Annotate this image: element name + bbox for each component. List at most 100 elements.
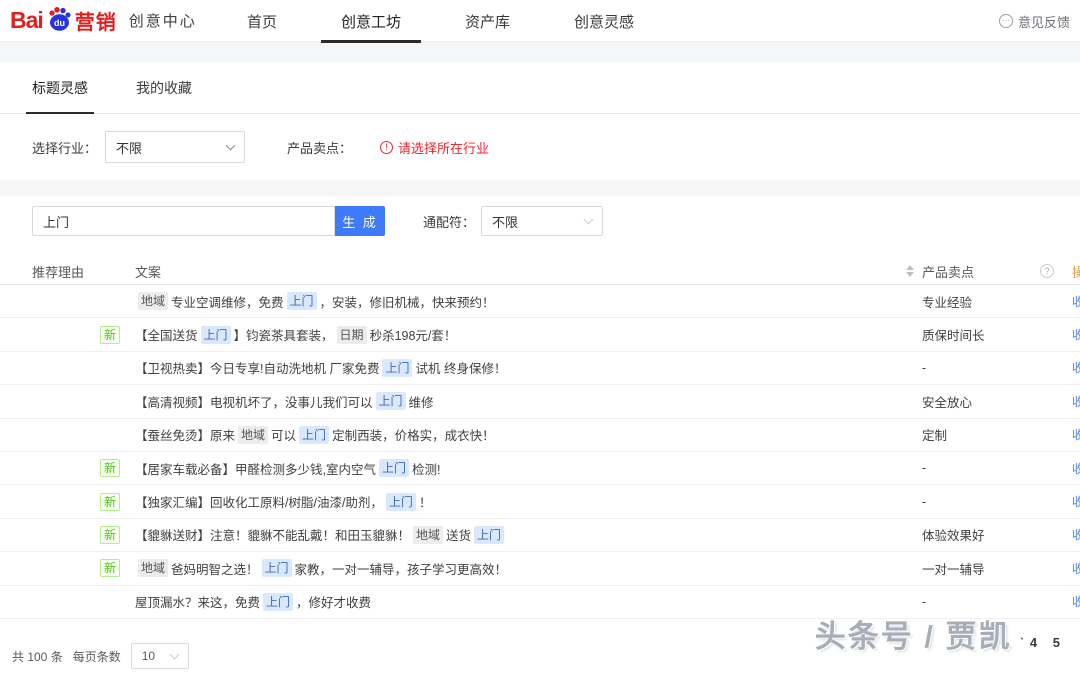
wildcard-tag: 日期 (337, 326, 367, 344)
table-row: 【蚕丝免烫】原来 地域 可以 上门 定制西装，价格实，成衣快！定制收藏 (0, 419, 1080, 452)
results-table: 推荐理由 文案 产品卖点 ? 操作 地域 专业空调维修，免费 上门 ，安装，修旧… (0, 258, 1080, 619)
wildcard-label: 通配符： (423, 212, 475, 231)
page-size-label: 每页条数 (73, 648, 121, 665)
logo-product-name: 创意中心 (129, 10, 197, 31)
clipped-action-link[interactable]: 收藏 (1072, 295, 1080, 309)
page-size-select[interactable]: 10 (131, 643, 189, 669)
selling-point-cell: 一对一辅导 (922, 559, 1072, 578)
warning-icon: ! (380, 141, 393, 154)
feedback-button[interactable]: ⋯ 意见反馈 (999, 0, 1070, 42)
section-divider (0, 42, 1080, 62)
selling-point-cell: 安全放心 (922, 392, 1072, 411)
clipped-action-link[interactable]: 收藏 (1072, 562, 1080, 576)
copy-cell: 【卫视热卖】今日专享!自动洗地机 厂家免费 上门 试机 终身保修！ (135, 358, 922, 377)
table-row: 新【独家汇编】回收化工原料/树脂/油漆/助剂， 上门 ！-收藏 (0, 485, 1080, 518)
total-count: 共 100 条 (12, 648, 63, 665)
nav-item-0[interactable]: 首页 (215, 0, 309, 42)
copy-cell: 【高清视频】电视机坏了，没事儿我们可以 上门 维修 (135, 392, 922, 411)
feedback-icon: ⋯ (999, 14, 1013, 28)
reason-cell: 新 (0, 459, 135, 477)
clipped-action-link[interactable]: 收藏 (1072, 595, 1080, 609)
industry-warning: ! 请选择所在行业 (380, 138, 489, 157)
clipped-action-link[interactable]: 收藏 (1072, 462, 1080, 476)
column-header-reason: 推荐理由 (0, 262, 135, 281)
copy-cell: 【蚕丝免烫】原来 地域 可以 上门 定制西装，价格实，成衣快！ (135, 425, 922, 444)
copy-text: 【独家汇编】回收化工原料/树脂/油漆/助剂， (135, 492, 383, 511)
copy-text: 可以 (271, 425, 296, 444)
generate-button[interactable]: 生 成 (335, 206, 385, 236)
copy-text: 定制西装，价格实，成衣快！ (332, 425, 495, 444)
copy-text: 【貔貅送财】注意！貔貅不能乱戴！和田玉貔貅！ (135, 525, 410, 544)
tab-0[interactable]: 标题灵感 (32, 62, 88, 114)
keyword-input[interactable] (32, 206, 335, 236)
wildcard-tag: 地域 (138, 292, 168, 310)
industry-select-value: 不限 (116, 138, 142, 157)
chevron-down-icon (584, 214, 594, 224)
copy-text: 【全国送货 (135, 325, 198, 344)
keyword-tag: 上门 (262, 559, 292, 577)
selling-point-cell: - (922, 361, 1072, 375)
pagination-footer: 共 100 条 每页条数 10 (0, 637, 1080, 675)
top-navigation-bar: Bai du 营销 创意中心 首页创意工坊资产库创意灵感 ⋯ 意见反馈 (0, 0, 1080, 42)
new-badge: 新 (100, 326, 120, 344)
clipped-action-link[interactable]: 收藏 (1072, 428, 1080, 442)
selling-point-cell: - (922, 495, 1072, 509)
svg-text:du: du (54, 18, 65, 28)
copy-cell: 【全国送货 上门 】钧瓷茶具套装， 日期 秒杀198元/套！ (135, 325, 922, 344)
sub-tabs-row: 标题灵感我的收藏 (0, 62, 1080, 114)
wildcard-select[interactable]: 不限 (481, 206, 603, 236)
new-badge: 新 (100, 559, 120, 577)
copy-cell: 【独家汇编】回收化工原料/树脂/油漆/助剂， 上门 ！ (135, 492, 922, 511)
nav-item-3[interactable]: 创意灵感 (542, 0, 666, 42)
new-badge: 新 (100, 493, 120, 511)
page-size-value: 10 (142, 649, 155, 663)
wildcard-tag: 地域 (413, 526, 443, 544)
keyword-tag: 上门 (287, 292, 317, 310)
copy-cell: 【貔貅送财】注意！貔貅不能乱戴！和田玉貔貅！ 地域 送货 上门 (135, 525, 922, 544)
selling-point-cell: 专业经验 (922, 292, 1072, 311)
table-row: 地域 专业空调维修，免费 上门 ，安装，修旧机械，快来预约！专业经验收藏 (0, 285, 1080, 318)
clipped-action-link[interactable]: 收藏 (1072, 528, 1080, 542)
new-badge: 新 (100, 459, 120, 477)
help-icon[interactable]: ? (1040, 264, 1054, 278)
copy-cell: 屋顶漏水？来这，免费 上门 ，修好才收费 (135, 592, 922, 611)
nav-item-2[interactable]: 资产库 (433, 0, 542, 42)
wildcard-tag: 地域 (138, 559, 168, 577)
selling-point-cell: - (922, 461, 1072, 475)
selling-point-label: 产品卖点： (287, 138, 352, 157)
keyword-tag: 上门 (386, 493, 416, 511)
copy-text: 【居家车载必备】甲醛检测多少钱,室内空气 (135, 459, 376, 478)
baidu-marketing-logo: Bai du 营销 创意中心 (0, 6, 197, 35)
keyword-tag: 上门 (474, 526, 504, 544)
nav-item-1[interactable]: 创意工坊 (309, 0, 433, 42)
table-row: 【高清视频】电视机坏了，没事儿我们可以 上门 维修安全放心收藏 (0, 385, 1080, 418)
clipped-action-link[interactable]: 收藏 (1072, 328, 1080, 342)
new-badge: 新 (100, 526, 120, 544)
copy-text: ，安装，修旧机械，快来预约！ (320, 292, 495, 311)
reason-cell: 新 (0, 526, 135, 544)
copy-text: ，修好才收费 (296, 592, 371, 611)
copy-text: 秒杀198元/套！ (370, 325, 457, 344)
clipped-action-link[interactable]: 收藏 (1072, 495, 1080, 509)
table-row: 新【居家车载必备】甲醛检测多少钱,室内空气 上门 检测!-收藏 (0, 452, 1080, 485)
selling-point-cell: 质保时间长 (922, 325, 1072, 344)
main-nav: 首页创意工坊资产库创意灵感 (215, 0, 666, 42)
keyword-tag: 上门 (299, 426, 329, 444)
sort-icon[interactable] (906, 265, 914, 277)
copy-text: 】钧瓷茶具套装， (234, 325, 334, 344)
column-header-copy: 文案 (135, 262, 161, 281)
industry-label: 选择行业： (32, 138, 97, 157)
column-header-selling-point: 产品卖点 (922, 262, 974, 281)
reason-cell: 新 (0, 326, 135, 344)
clipped-action-link[interactable]: 收藏 (1072, 395, 1080, 409)
tab-1[interactable]: 我的收藏 (136, 62, 192, 114)
table-row: 新【全国送货 上门 】钧瓷茶具套装， 日期 秒杀198元/套！质保时间长收藏 (0, 318, 1080, 351)
industry-select[interactable]: 不限 (105, 131, 245, 163)
copy-text: 检测! (412, 459, 440, 478)
reason-cell: 新 (0, 493, 135, 511)
copy-text: 【卫视热卖】今日专享!自动洗地机 厂家免费 (135, 358, 379, 377)
logo-yingxiao-text: 营销 (75, 6, 117, 35)
warning-text: 请选择所在行业 (398, 138, 489, 157)
keyword-tag: 上门 (376, 392, 406, 410)
clipped-action-link[interactable]: 收藏 (1072, 361, 1080, 375)
